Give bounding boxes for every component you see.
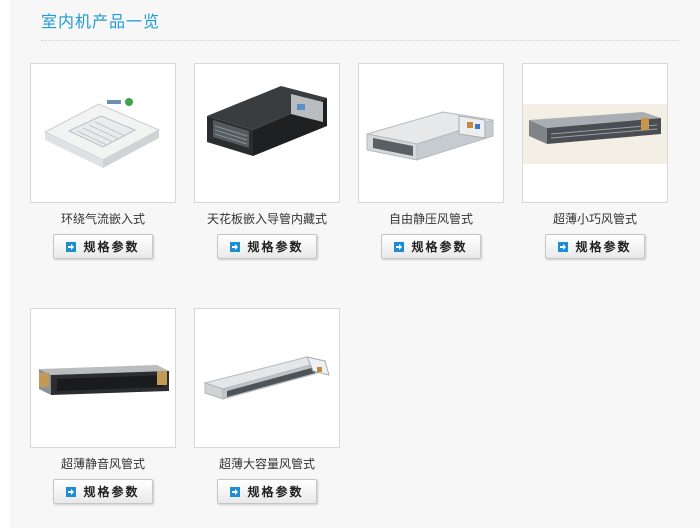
spec-button[interactable]: 规格参数	[381, 234, 481, 259]
arrow-right-icon	[230, 486, 241, 497]
product-name: 天花板嵌入导管内藏式	[206, 212, 327, 226]
spec-button-label: 规格参数	[247, 240, 304, 254]
arrow-right-icon	[66, 486, 77, 497]
product-card: 环绕气流嵌入式 规格参数	[30, 63, 176, 259]
product-name: 超薄小巧风管式	[552, 212, 637, 226]
product-name: 超薄大容量风管式	[218, 457, 315, 471]
spec-button-label: 规格参数	[411, 240, 468, 254]
product-name: 环绕气流嵌入式	[60, 212, 145, 226]
arrow-right-icon	[66, 241, 77, 252]
section-title: 室内机产品一览	[41, 12, 161, 31]
spec-button[interactable]: 规格参数	[545, 234, 645, 259]
product-image-slim-compact-duct[interactable]	[522, 63, 668, 203]
product-card: 天花板嵌入导管内藏式 规格参数	[194, 63, 340, 259]
arrow-right-icon	[394, 241, 405, 252]
product-list-panel: 室内机产品一览 环绕气流嵌入式 规格参数 天花板嵌入导管内藏式 规格参数 自由静…	[10, 0, 700, 528]
product-name: 自由静压风管式	[388, 212, 473, 226]
arrow-right-icon	[558, 241, 569, 252]
spec-button[interactable]: 规格参数	[53, 479, 153, 504]
arrow-right-icon	[230, 241, 241, 252]
spec-button-label: 规格参数	[83, 240, 140, 254]
product-image-slim-large-duct[interactable]	[194, 308, 340, 448]
spec-button[interactable]: 规格参数	[217, 234, 317, 259]
spec-button-label: 规格参数	[83, 485, 140, 499]
spec-button[interactable]: 规格参数	[217, 479, 317, 504]
spec-button-label: 规格参数	[575, 240, 632, 254]
spec-button[interactable]: 规格参数	[53, 234, 153, 259]
product-card: 超薄小巧风管式 规格参数	[522, 63, 668, 259]
product-image-ceiling-duct[interactable]	[194, 63, 340, 203]
spec-button-label: 规格参数	[247, 485, 304, 499]
product-image-free-static-duct[interactable]	[358, 63, 504, 203]
product-name: 超薄静音风管式	[60, 457, 145, 471]
product-card: 超薄静音风管式 规格参数	[30, 308, 176, 504]
product-image-cassette[interactable]	[30, 63, 176, 203]
title-divider	[41, 40, 679, 41]
product-card: 超薄大容量风管式 规格参数	[194, 308, 340, 504]
product-card: 自由静压风管式 规格参数	[358, 63, 504, 259]
product-image-slim-quiet-duct[interactable]	[30, 308, 176, 448]
